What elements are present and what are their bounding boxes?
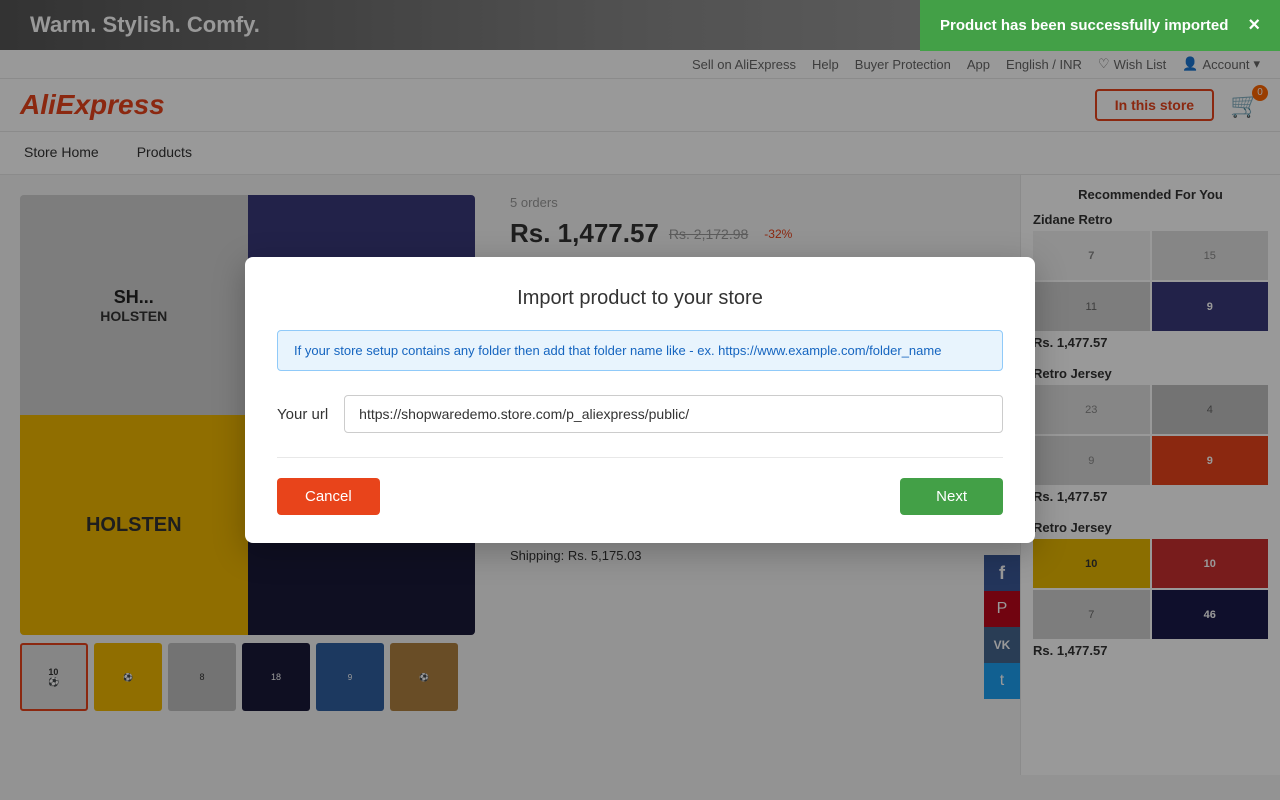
modal-actions: Cancel Next [277, 478, 1003, 515]
modal-info-box: If your store setup contains any folder … [277, 330, 1003, 371]
next-button[interactable]: Next [900, 478, 1003, 515]
modal-url-input[interactable] [344, 395, 1003, 433]
modal: Import product to your store If your sto… [245, 257, 1035, 543]
success-notification: Product has been successfully imported × [920, 0, 1280, 51]
close-notification-button[interactable]: × [1248, 14, 1260, 37]
modal-title: Import product to your store [277, 287, 1003, 310]
modal-divider [277, 457, 1003, 458]
modal-overlay: Import product to your store If your sto… [0, 0, 1280, 800]
modal-url-row: Your url [277, 395, 1003, 433]
success-message: Product has been successfully imported [940, 17, 1228, 34]
modal-url-label: Your url [277, 406, 328, 423]
cancel-button[interactable]: Cancel [277, 478, 380, 515]
